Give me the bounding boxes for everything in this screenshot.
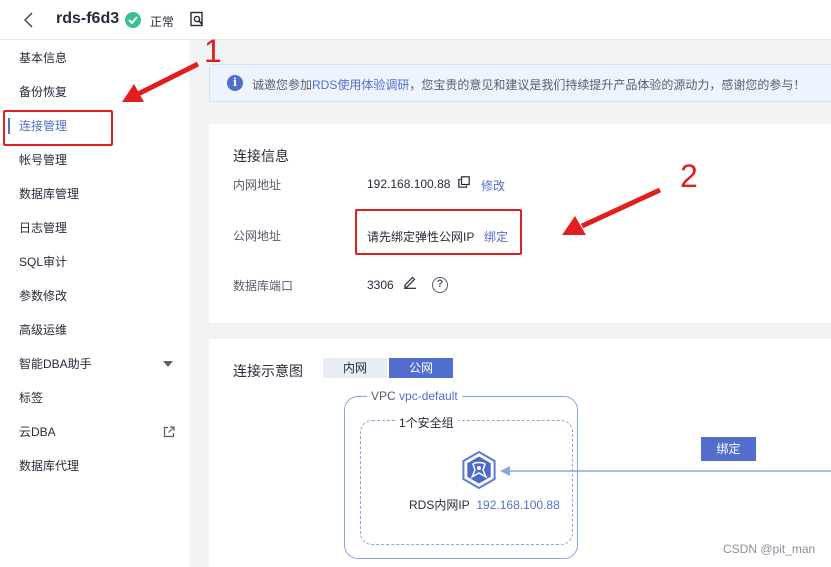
rds-ip-label: RDS内网IP [409,498,470,512]
info-icon: i [227,75,243,91]
sidebar-item-label: 高级运维 [19,323,68,337]
connection-diagram-card: 连接示意图 内网 公网 VPC vpc-default 1个安全组 RDS内网I… [209,339,831,567]
private-address-label: 内网地址 [233,178,282,192]
private-address-value: 192.168.100.88 [367,177,451,191]
survey-link[interactable]: RDS使用体验调研 [312,78,409,92]
connection-info-title: 连接信息 [233,148,289,164]
annotation-box-step2 [355,209,522,255]
sidebar-item-label: 云DBA [19,425,56,439]
rds-private-ip: RDS内网IP 192.168.100.88 [409,496,560,513]
sidebar-item-label: 基本信息 [19,51,68,65]
bind-eip-button[interactable]: 绑定 [701,437,756,461]
notice-suffix: ，您宝贵的意见和建议是我们持续提升产品体验的源动力，感谢您的参与！ [409,78,806,92]
database-port-label: 数据库端口 [233,279,294,293]
main-content: i 诚邀您参加RDS使用体验调研，您宝贵的意见和建议是我们持续提升产品体验的源动… [189,40,831,567]
sidebar-item-label: 智能DBA助手 [19,357,92,371]
annotation-step1-number: 1 [204,33,222,69]
sidebar-item-label: 日志管理 [19,221,68,235]
sidebar-item-database-proxy[interactable]: 数据库代理 [0,449,189,483]
back-arrow-icon[interactable] [22,11,36,29]
top-bar: rds-f6d3 正常 [0,0,831,40]
sidebar-item-label: 参数修改 [19,289,68,303]
database-port-value: 3306 [367,278,394,292]
sidebar-item-label: SQL审计 [19,255,68,269]
vpc-prefix: VPC [371,389,396,403]
watermark: CSDN @pit_man [723,542,816,556]
status-ok-icon [125,12,141,28]
edit-icon[interactable] [403,275,417,289]
sidebar-item-advanced-ops[interactable]: 高级运维 [0,313,189,347]
sidebar-item-cloud-dba[interactable]: 云DBA [0,415,189,449]
sidebar-item-tags[interactable]: 标签 [0,381,189,415]
tab-public-network[interactable]: 公网 [389,358,453,378]
sidebar-item-database-management[interactable]: 数据库管理 [0,177,189,211]
sidebar-item-log-management[interactable]: 日志管理 [0,211,189,245]
sidebar-item-account-management[interactable]: 帐号管理 [0,143,189,177]
notice-text: 诚邀您参加RDS使用体验调研，您宝贵的意见和建议是我们持续提升产品体验的源动力，… [252,76,805,93]
status-text: 正常 [150,15,175,29]
search-document-icon[interactable] [189,11,205,27]
annotation-step2-number: 2 [680,158,698,194]
survey-notice-banner: i 诚邀您参加RDS使用体验调研，您宝贵的意见和建议是我们持续提升产品体验的源动… [209,64,831,102]
sidebar-item-parameter-modification[interactable]: 参数修改 [0,279,189,313]
sidebar-item-label: 帐号管理 [19,153,68,167]
help-icon[interactable]: ? [432,277,448,293]
external-link-icon [163,426,175,438]
rds-database-icon [462,450,496,490]
sidebar-item-label: 数据库管理 [19,187,80,201]
vpc-name-link[interactable]: vpc-default [399,389,458,403]
modify-private-address-link[interactable]: 修改 [481,177,505,194]
vpc-label: VPC vpc-default [367,389,462,403]
annotation-box-step1 [3,110,113,146]
sidebar-item-backup-restore[interactable]: 备份恢复 [0,75,189,109]
caret-down-icon [163,361,173,367]
sidebar-item-dba-assistant[interactable]: 智能DBA助手 [0,347,189,381]
public-address-label: 公网地址 [233,229,282,243]
security-group-label[interactable]: 1个安全组 [395,414,458,431]
notice-prefix: 诚邀您参加 [252,78,313,92]
copy-icon[interactable] [458,176,470,188]
sidebar-item-label: 备份恢复 [19,85,68,99]
connection-diagram-title: 连接示意图 [233,363,303,379]
sidebar-item-label: 数据库代理 [19,459,80,473]
rds-ip-value: 192.168.100.88 [476,498,560,512]
sidebar-item-sql-audit[interactable]: SQL审计 [0,245,189,279]
tab-private-network[interactable]: 内网 [323,358,387,378]
instance-name: rds-f6d3 [56,10,120,27]
sidebar-item-label: 标签 [19,391,44,405]
sidebar-item-basic-info[interactable]: 基本信息 [0,41,189,75]
